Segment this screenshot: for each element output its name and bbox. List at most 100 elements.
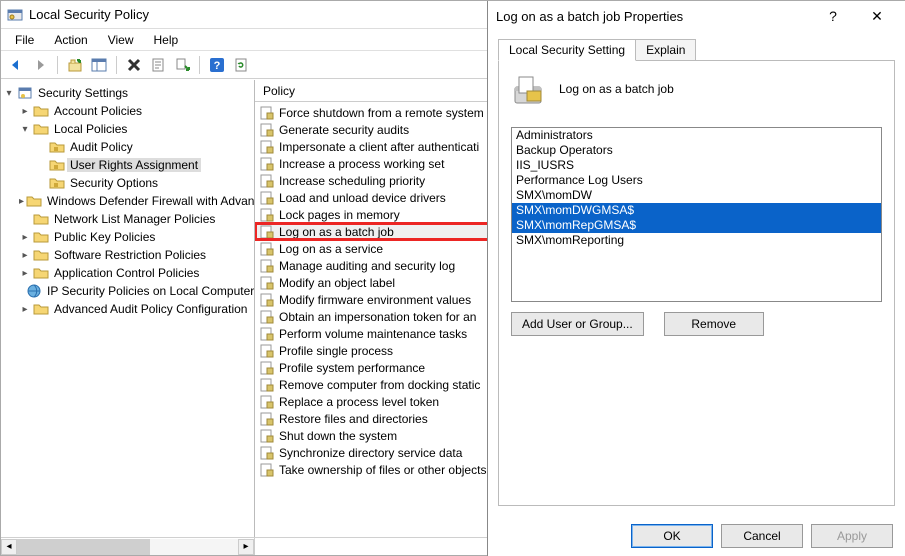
expander-icon[interactable]: ▸ — [19, 231, 31, 243]
policy-icon — [259, 207, 275, 223]
cancel-button[interactable]: Cancel — [721, 524, 803, 548]
tree-local-policies[interactable]: Local Policies — [51, 122, 130, 136]
menu-help[interactable]: Help — [144, 31, 189, 49]
folder-icon — [33, 301, 49, 317]
policy-label: Lock pages in memory — [279, 208, 400, 222]
tree-software-restriction[interactable]: Software Restriction Policies — [51, 248, 209, 262]
policy-label: Shut down the system — [279, 429, 397, 443]
user-item[interactable]: Administrators — [512, 128, 881, 143]
tree-ipsec[interactable]: IP Security Policies on Local Computer — [44, 284, 255, 298]
policy-folder-icon — [49, 139, 65, 155]
tree-security-options[interactable]: Security Options — [67, 176, 161, 190]
up-level-button[interactable] — [64, 54, 86, 76]
menu-view[interactable]: View — [98, 31, 144, 49]
tree-advanced-audit[interactable]: Advanced Audit Policy Configuration — [51, 302, 250, 316]
policy-icon — [259, 394, 275, 410]
refresh-button[interactable] — [230, 54, 252, 76]
policy-label: Remove computer from docking static — [279, 378, 480, 392]
remove-button[interactable]: Remove — [664, 312, 764, 336]
menu-file[interactable]: File — [5, 31, 44, 49]
user-list[interactable]: Administrators Backup Operators IIS_IUSR… — [511, 127, 882, 302]
user-item[interactable]: IIS_IUSRS — [512, 158, 881, 173]
folder-icon — [33, 229, 49, 245]
folder-icon — [33, 211, 49, 227]
export-list-button[interactable] — [171, 54, 193, 76]
expander-icon[interactable]: ▸ — [19, 195, 24, 207]
policy-icon — [259, 224, 275, 240]
policy-label: Impersonate a client after authenticati — [279, 140, 479, 154]
policy-folder-icon — [49, 175, 65, 191]
policy-label: Increase scheduling priority — [279, 174, 425, 188]
policy-label: Profile single process — [279, 344, 393, 358]
policy-label: Replace a process level token — [279, 395, 439, 409]
policy-icon — [259, 173, 275, 189]
policy-icon — [259, 105, 275, 121]
add-user-or-group-button[interactable]: Add User or Group... — [511, 312, 644, 336]
forward-button[interactable] — [29, 54, 51, 76]
tree-nlm-policies[interactable]: Network List Manager Policies — [51, 212, 218, 226]
policy-heading-icon — [511, 71, 547, 107]
scroll-track[interactable] — [17, 539, 238, 555]
expander-icon[interactable]: ▾ — [3, 87, 15, 99]
delete-button[interactable] — [123, 54, 145, 76]
policy-icon — [259, 428, 275, 444]
policy-icon — [259, 377, 275, 393]
apply-button[interactable]: Apply — [811, 524, 893, 548]
close-button[interactable]: ✕ — [857, 2, 897, 30]
policy-icon — [259, 275, 275, 291]
expander-icon[interactable]: ▸ — [19, 249, 31, 261]
policy-icon — [259, 241, 275, 257]
user-item[interactable]: SMX\momReporting — [512, 233, 881, 248]
back-button[interactable] — [5, 54, 27, 76]
tab-pane: Log on as a batch job Administrators Bac… — [498, 60, 895, 506]
app-icon — [7, 7, 23, 23]
policy-heading-row: Log on as a batch job — [511, 71, 882, 107]
tree-account-policies[interactable]: Account Policies — [51, 104, 145, 118]
user-item[interactable]: Performance Log Users — [512, 173, 881, 188]
tree-user-rights-assignment[interactable]: User Rights Assignment — [67, 158, 201, 172]
properties-dialog: Log on as a batch job Properties ? ✕ Loc… — [487, 1, 905, 556]
policy-heading-label: Log on as a batch job — [559, 82, 674, 96]
dialog-footer: OK Cancel Apply — [488, 516, 905, 556]
ipsec-icon — [26, 283, 42, 299]
help-button[interactable]: ? — [206, 54, 228, 76]
expander-icon[interactable]: ▸ — [19, 105, 31, 117]
tree-root[interactable]: Security Settings — [35, 86, 131, 100]
toolbar-separator — [199, 56, 200, 74]
expander-icon[interactable]: ▸ — [19, 303, 31, 315]
policy-icon — [259, 190, 275, 206]
ok-button[interactable]: OK — [631, 524, 713, 548]
expander-icon[interactable]: ▾ — [19, 123, 31, 135]
scroll-thumb[interactable] — [17, 539, 150, 555]
dialog-title-bar: Log on as a batch job Properties ? ✕ — [488, 1, 905, 31]
properties-button[interactable] — [147, 54, 169, 76]
tab-explain[interactable]: Explain — [635, 39, 696, 61]
user-item[interactable]: SMX\momDW — [512, 188, 881, 203]
help-button[interactable]: ? — [813, 2, 853, 30]
folder-icon — [33, 265, 49, 281]
expander-icon[interactable]: ▸ — [19, 267, 31, 279]
dialog-body: Local Security Setting Explain Log on as… — [488, 31, 905, 516]
user-item[interactable]: Backup Operators — [512, 143, 881, 158]
svg-text:?: ? — [214, 60, 221, 72]
policy-icon — [259, 122, 275, 138]
policy-label: Load and unload device drivers — [279, 191, 446, 205]
tree-public-key[interactable]: Public Key Policies — [51, 230, 158, 244]
tree-app-control[interactable]: Application Control Policies — [51, 266, 202, 280]
window-title: Local Security Policy — [29, 7, 149, 22]
policy-icon — [259, 411, 275, 427]
folder-icon — [33, 103, 49, 119]
scroll-left-icon[interactable]: ◂ — [1, 539, 17, 555]
toolbar-separator — [116, 56, 117, 74]
policy-label: Take ownership of files or other objects — [279, 463, 486, 477]
tab-local-security-setting[interactable]: Local Security Setting — [498, 39, 636, 61]
user-item-selected[interactable]: SMX\momRepGMSA$ — [512, 218, 881, 233]
menu-action[interactable]: Action — [44, 31, 97, 49]
tree-audit-policy[interactable]: Audit Policy — [67, 140, 136, 154]
user-item-selected[interactable]: SMX\momDWGMSA$ — [512, 203, 881, 218]
show-hide-tree-button[interactable] — [88, 54, 110, 76]
tree-hscrollbar[interactable]: ◂ ▸ — [1, 538, 255, 555]
tree-defender-firewall[interactable]: Windows Defender Firewall with Advan — [44, 194, 255, 208]
scroll-right-icon[interactable]: ▸ — [238, 539, 254, 555]
folder-icon — [26, 193, 42, 209]
